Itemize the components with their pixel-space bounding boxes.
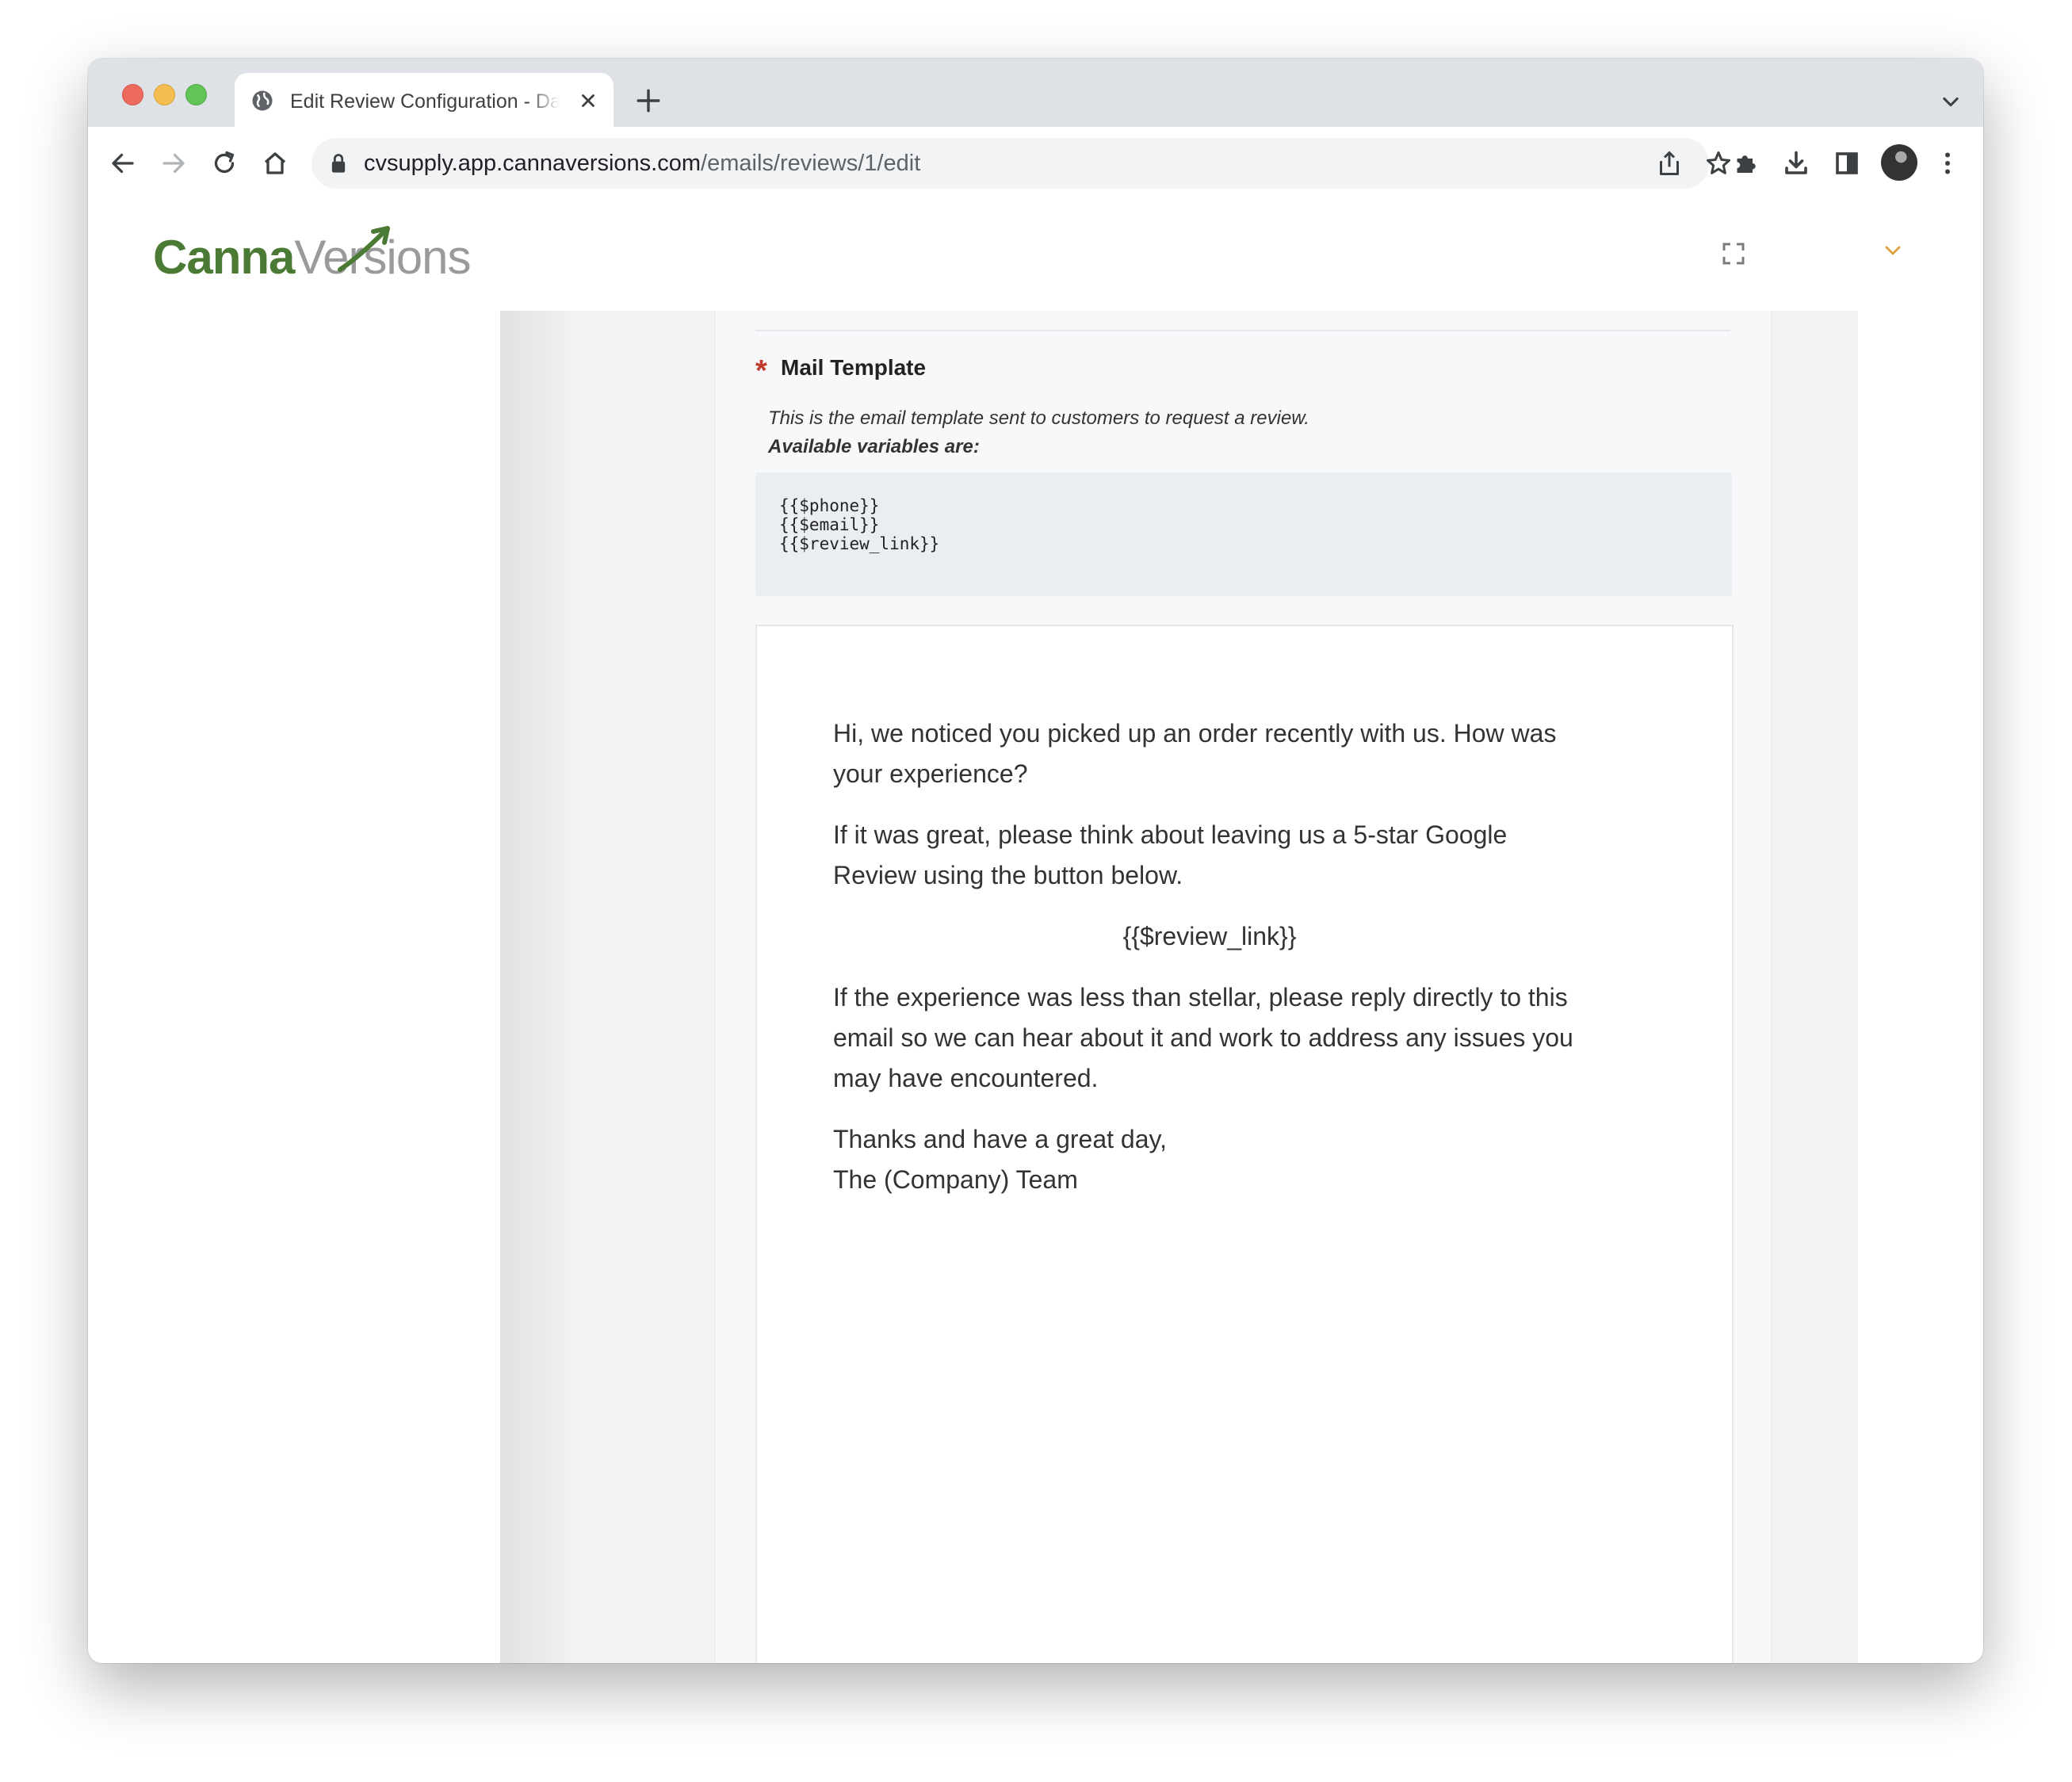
help-text: This is the email template sent to custo… <box>768 407 1309 429</box>
back-arrow-icon[interactable] <box>109 149 137 178</box>
cannaversions-logo[interactable]: CannaVersions <box>153 226 472 301</box>
bookmark-star-icon[interactable] <box>1704 149 1733 178</box>
variables-code-block: {{$phone}} {{$email}} {{$review_link}} <box>755 472 1732 596</box>
variable-review-link: {{$review_link}} <box>779 534 940 553</box>
tab-title: Edit Review Configuration - Dashboard <box>290 90 560 113</box>
logo-arrow-icon <box>338 226 390 272</box>
address-bar[interactable]: cvsupply.app.cannaversions.com/emails/re… <box>312 138 1730 189</box>
mail-template-help: This is the email template sent to custo… <box>768 404 1309 461</box>
main-area: * Mail Template This is the email templa… <box>88 311 1983 1663</box>
globe-icon <box>252 90 273 111</box>
variable-phone: {{$phone}} <box>779 496 880 515</box>
url-host: cvsupply.app.cannaversions.com <box>364 151 701 176</box>
download-icon[interactable] <box>1782 149 1810 178</box>
share-icon[interactable] <box>1655 149 1684 178</box>
extensions-puzzle-icon[interactable] <box>1731 149 1760 178</box>
browser-toolbar: cvsupply.app.cannaversions.com/emails/re… <box>88 127 1983 201</box>
home-icon[interactable] <box>261 149 289 178</box>
lock-icon[interactable] <box>329 152 348 174</box>
browser-window: Edit Review Configuration - Dashboard <box>88 59 1983 1663</box>
email-review-link-placeholder[interactable]: {{$review_link}} <box>833 916 1586 957</box>
url-text[interactable]: cvsupply.app.cannaversions.com/emails/re… <box>364 149 920 178</box>
email-body[interactable]: Hi, we noticed you picked up an order re… <box>833 713 1586 1221</box>
url-path: /emails/reviews/1/edit <box>701 151 921 176</box>
fullscreen-icon[interactable] <box>1721 241 1746 266</box>
tab-strip: Edit Review Configuration - Dashboard <box>88 59 1983 127</box>
side-panel-icon[interactable] <box>1833 149 1861 178</box>
close-window-button[interactable] <box>122 84 143 105</box>
required-marker: * <box>755 354 767 388</box>
email-paragraph-greeting[interactable]: Hi, we noticed you picked up an order re… <box>833 713 1586 794</box>
email-closing-line2: The (Company) Team <box>833 1165 1078 1194</box>
forward-arrow-icon[interactable] <box>159 149 188 178</box>
email-closing-line1: Thanks and have a great day, <box>833 1125 1168 1153</box>
zoom-window-button[interactable] <box>185 84 207 105</box>
profile-avatar[interactable] <box>1881 144 1917 181</box>
app-header: CannaVersions <box>88 200 1983 311</box>
variables-label: Available variables are: <box>768 436 980 457</box>
active-tab[interactable]: Edit Review Configuration - Dashboard <box>235 73 614 127</box>
mail-template-editor[interactable]: Hi, we noticed you picked up an order re… <box>755 625 1734 1663</box>
user-menu-chevron-icon[interactable] <box>1884 244 1902 257</box>
form-panel: * Mail Template This is the email templa… <box>714 311 1772 1663</box>
reload-icon[interactable] <box>210 149 239 178</box>
email-paragraph-feedback[interactable]: If the experience was less than stellar,… <box>833 977 1586 1099</box>
chevron-down-icon[interactable] <box>1940 90 1962 113</box>
email-paragraph-review-request[interactable]: If it was great, please think about leav… <box>833 815 1586 896</box>
mail-template-label: Mail Template <box>781 355 927 380</box>
minimize-window-button[interactable] <box>154 84 175 105</box>
email-closing[interactable]: Thanks and have a great day, The (Company… <box>833 1119 1586 1200</box>
section-divider <box>755 330 1730 331</box>
variable-email: {{$email}} <box>779 515 880 534</box>
page-content: CannaVersions * Mail Template This is th… <box>88 200 1983 1663</box>
kebab-menu-icon[interactable] <box>1933 149 1962 178</box>
new-tab-icon[interactable] <box>635 87 662 114</box>
close-tab-icon[interactable] <box>578 90 598 111</box>
